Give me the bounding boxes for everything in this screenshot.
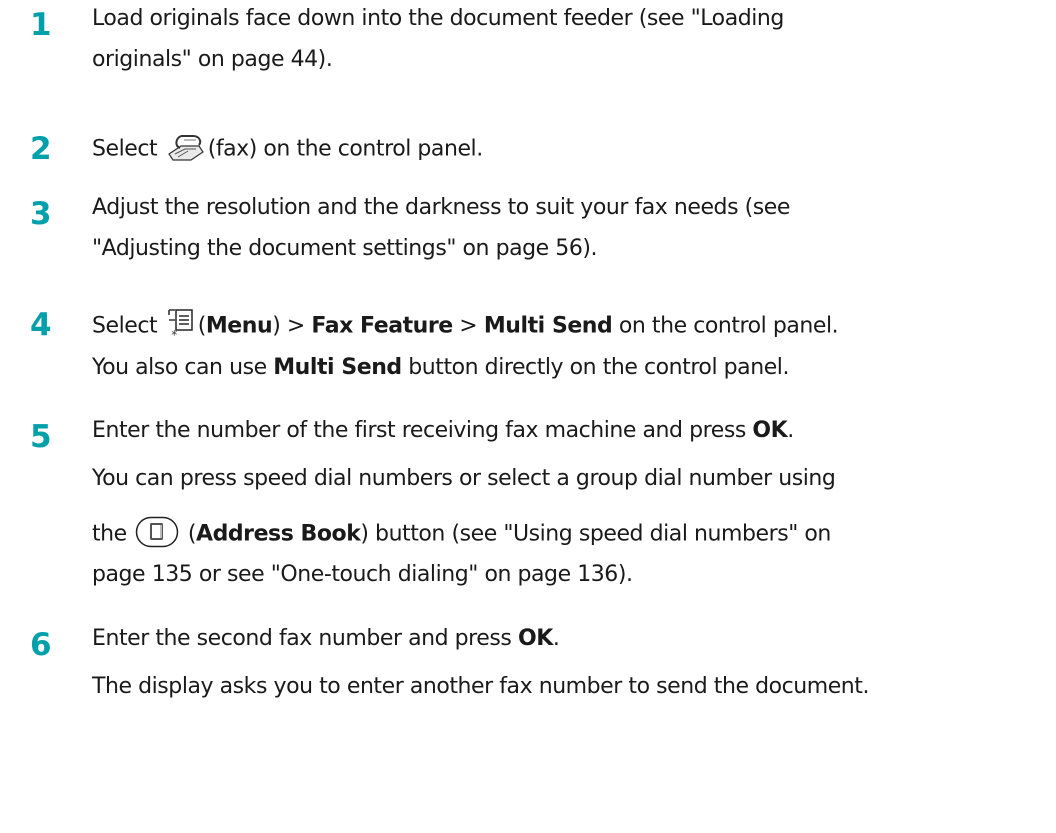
text-run: Adjust the resolution and the darkness t… [92,195,790,220]
step-number: 5 [30,419,52,455]
step-text-line: You can press speed dial numbers or sele… [92,466,836,491]
manual-page: 1 Load originals face down into the docum… [0,0,1056,833]
text-run: Select [92,136,164,162]
fax-icon [166,132,206,167]
text-run: ) > [272,313,312,339]
step-text-line: Load originals face down into the docume… [92,8,784,30]
bold-term: Multi Send [483,313,613,339]
text-run: You also can use [92,355,274,380]
text-run: ( [181,521,197,547]
step-text-line: Enter the number of the first receiving … [92,420,794,442]
bold-term: Fax Feature [311,313,453,339]
text-run: Load originals face down into the docume… [92,6,784,31]
text-run: "Adjusting the document settings" on pag… [92,236,598,261]
text-run: . [552,626,560,651]
text-run: (fax) on the control panel. [207,136,483,162]
text-run: the [92,521,134,547]
step-text-line: The display asks you to enter another fa… [92,676,869,698]
bold-term: Multi Send [273,355,402,380]
step-number: 1 [30,7,52,43]
step-text-line: You also can use Multi Send button direc… [92,357,789,379]
menu-icon: * [166,308,196,345]
step-text-line: Select * (Menu) > Fax Feature > Multi Se… [92,308,839,345]
bold-term: Address Book [196,521,361,547]
step-text-line: Select (fax) on the control panel. [92,132,483,167]
step-text-line: Adjust the resolution and the darkness t… [92,197,790,219]
step-number: 6 [30,627,52,663]
text-run: Enter the number of the first receiving … [92,418,753,443]
step-text-line: Enter the second fax number and press OK… [92,626,560,651]
text-run: Select [92,313,164,339]
text-run: You can press speed dial numbers or sele… [92,466,836,491]
text-run: Enter the second fax number and press [92,626,518,651]
bold-term: OK [517,626,553,651]
step-number: 3 [30,196,52,232]
text-run: on the control panel. [612,313,839,339]
step-number: 4 [30,307,52,343]
address-book-icon [135,516,179,553]
svg-text:*: * [171,328,177,340]
step-text-line: the (Address Book) button (see "Using sp… [92,516,831,553]
text-run: ) button (see "Using speed dial numbers"… [360,521,831,547]
step-number: 2 [30,131,52,167]
text-run: button directly on the control panel. [401,355,789,380]
text-run: originals" on page 44). [92,47,333,72]
bold-term: Menu [205,313,273,339]
text-run: The display asks you to enter another fa… [92,674,870,699]
text-run: . [787,418,794,443]
text-run: > [452,313,484,339]
bold-term: OK [752,418,788,443]
step-text-line: originals" on page 44). [92,47,333,72]
text-run: ( [197,313,207,339]
text-run: page 135 or see "One-touch dialing" on p… [92,562,633,587]
step-text-line: "Adjusting the document settings" on pag… [92,238,597,260]
step-text-line: page 135 or see "One-touch dialing" on p… [92,564,633,586]
